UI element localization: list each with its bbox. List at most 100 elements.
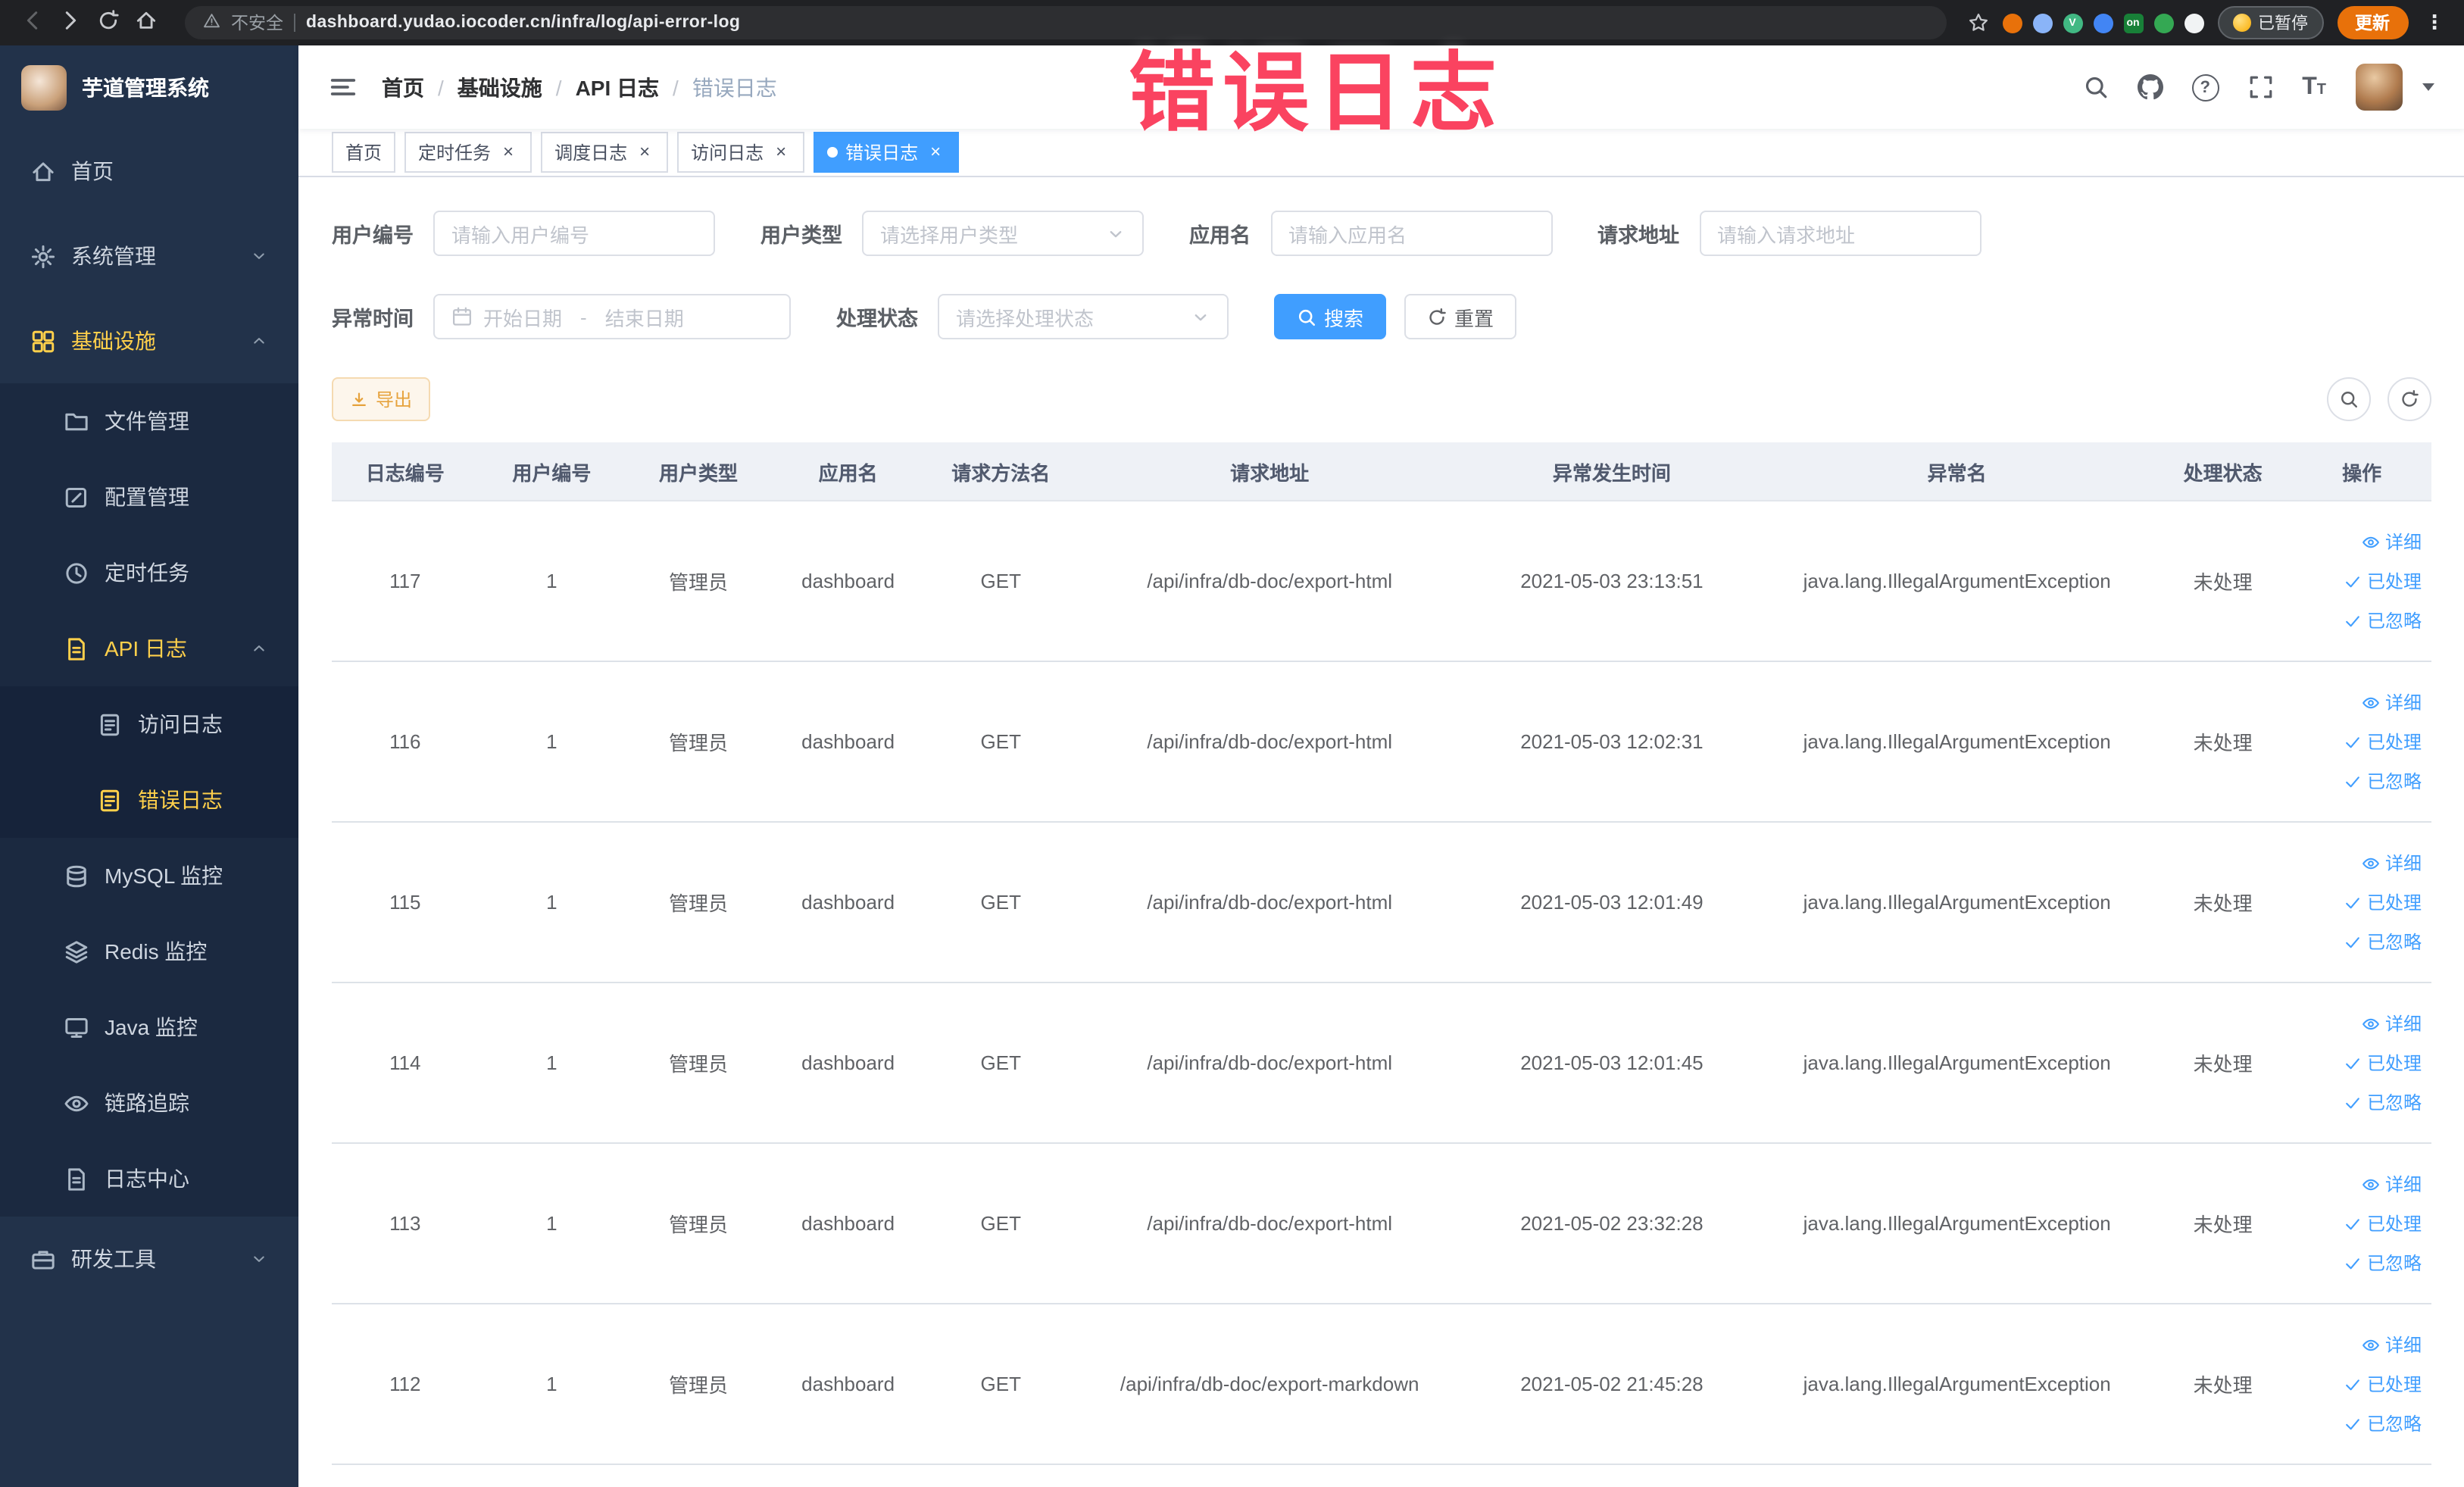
- extension-on-badge-icon[interactable]: on: [2123, 13, 2143, 33]
- help-icon[interactable]: ?: [2191, 73, 2219, 101]
- reset-button[interactable]: 重置: [1404, 294, 1517, 339]
- action-detail-link[interactable]: 详细: [2363, 684, 2422, 720]
- action-label: 已处理: [2366, 570, 2422, 592]
- logo-avatar: [21, 64, 67, 110]
- action-detail-link[interactable]: 详细: [2363, 1166, 2422, 1202]
- browser-back-icon[interactable]: [21, 10, 44, 36]
- user-type-select[interactable]: 请选择用户类型: [862, 211, 1144, 256]
- sidebar-item-api-log[interactable]: API 日志: [0, 611, 298, 686]
- github-icon[interactable]: [2137, 74, 2163, 100]
- chevron-down-icon[interactable]: [2422, 83, 2434, 91]
- sidebar-item-label: 链路追踪: [105, 1091, 189, 1115]
- extension-dark-paw-icon[interactable]: [2184, 13, 2203, 33]
- process-status-placeholder: 请选择处理状态: [956, 307, 1095, 330]
- breadcrumb-item[interactable]: 基础设施: [458, 72, 542, 102]
- tab-label: 定时任务: [418, 142, 492, 164]
- action-processed-link[interactable]: 已处理: [2344, 884, 2422, 920]
- sidebar-item-system-management[interactable]: 系统管理: [0, 214, 298, 298]
- cell-actions: 详细 已处理 已忽略: [2293, 1143, 2431, 1304]
- paused-badge[interactable]: 已暂停: [2217, 6, 2323, 39]
- extension-lightblue-icon[interactable]: [2032, 13, 2052, 33]
- sidebar-item-scheduled-jobs[interactable]: 定时任务: [0, 535, 298, 611]
- browser-menu-icon[interactable]: ⋮: [2422, 11, 2449, 35]
- process-status-select[interactable]: 请选择处理状态: [938, 294, 1229, 339]
- breadcrumb-item[interactable]: API 日志: [576, 72, 659, 102]
- search-icon[interactable]: [2082, 74, 2108, 100]
- chevron-down-icon: [250, 245, 268, 267]
- tab-scheduled-jobs[interactable]: 定时任务 ×: [404, 132, 532, 173]
- action-detail-link[interactable]: 详细: [2363, 523, 2422, 560]
- active-dot-icon: [827, 147, 839, 158]
- table-row: 112 1 管理员 dashboard GET/api/infra/db-doc/exp…: [332, 1304, 2431, 1465]
- screenshot-root: 不安全 dashboard.yudao.iocoder.cn/infra/log…: [0, 0, 2464, 1487]
- extension-vue-devtools-icon[interactable]: V: [2063, 13, 2082, 33]
- action-ignored-link[interactable]: 已忽略: [2344, 1405, 2422, 1442]
- sidebar-item-infrastructure[interactable]: 基础设施: [0, 298, 298, 383]
- extension-green-leaf-icon[interactable]: [2153, 13, 2173, 33]
- logo[interactable]: 芋道管理系统: [0, 45, 298, 129]
- tab-close-icon[interactable]: ×: [635, 142, 654, 162]
- extension-blue-grid-icon[interactable]: [2093, 13, 2113, 33]
- sidebar-item-redis-monitor[interactable]: Redis 监控: [0, 914, 298, 989]
- toggle-search-icon-button[interactable]: [2326, 377, 2370, 421]
- action-ignored-link[interactable]: 已忽略: [2344, 763, 2422, 799]
- action-detail-link[interactable]: 详细: [2363, 1326, 2422, 1363]
- action-ignored-link[interactable]: 已忽略: [2344, 1245, 2422, 1281]
- browser-forward-icon[interactable]: [59, 10, 82, 36]
- cell-exception: java.lang.IllegalArgumentException: [1761, 1304, 2153, 1465]
- extension-orange-icon[interactable]: [2002, 13, 2022, 33]
- sidebar-item-log-center[interactable]: 日志中心: [0, 1141, 298, 1217]
- tab-close-icon[interactable]: ×: [498, 142, 518, 162]
- action-processed-link[interactable]: 已处理: [2344, 1366, 2422, 1402]
- action-ignored-link[interactable]: 已忽略: [2344, 1084, 2422, 1120]
- breadcrumb-item[interactable]: 首页: [382, 72, 424, 102]
- fullscreen-icon[interactable]: [2247, 74, 2273, 100]
- action-processed-link[interactable]: 已处理: [2344, 1205, 2422, 1242]
- address-bar[interactable]: 不安全 dashboard.yudao.iocoder.cn/infra/log…: [185, 6, 1946, 39]
- url-text[interactable]: dashboard.yudao.iocoder.cn/infra/log/api…: [306, 14, 740, 32]
- action-ignored-link[interactable]: 已忽略: [2344, 923, 2422, 960]
- cell-url: /api/infra/db-doc/export-html: [1077, 982, 1463, 1144]
- filter-label-user-type: 用户类型: [760, 224, 842, 247]
- sidebar-item-java-monitor[interactable]: Java 监控: [0, 989, 298, 1065]
- sidebar-item-mysql-monitor[interactable]: MySQL 监控: [0, 838, 298, 914]
- sidebar-item-dev-tools[interactable]: 研发工具: [0, 1217, 298, 1301]
- avatar[interactable]: [2355, 64, 2402, 111]
- export-button[interactable]: 导出: [332, 377, 431, 421]
- check-icon: [2344, 932, 2363, 951]
- tab-home[interactable]: 首页: [332, 132, 396, 173]
- tab-close-icon[interactable]: ×: [926, 142, 945, 162]
- refresh-icon-button[interactable]: [2387, 377, 2431, 421]
- tab-access-log[interactable]: 访问日志 ×: [677, 132, 805, 173]
- action-detail-link[interactable]: 详细: [2363, 845, 2422, 881]
- search-button[interactable]: 搜索: [1274, 294, 1387, 339]
- sidebar-item-home[interactable]: 首页: [0, 129, 298, 214]
- sidebar-item-file-management[interactable]: 文件管理: [0, 383, 298, 459]
- tab-close-icon[interactable]: ×: [771, 142, 791, 162]
- sidebar-item-access-log[interactable]: 访问日志: [0, 686, 298, 762]
- action-detail-link[interactable]: 详细: [2363, 1005, 2422, 1042]
- sidebar-item-trace[interactable]: 链路追踪: [0, 1065, 298, 1141]
- column-header: 处理状态: [2152, 442, 2294, 501]
- cell-user-type: 管理员: [625, 661, 772, 823]
- tab-schedule-log[interactable]: 调度日志 ×: [541, 132, 669, 173]
- browser-home-icon[interactable]: [135, 10, 158, 36]
- bookmark-star-icon[interactable]: [1967, 12, 1988, 33]
- action-processed-link[interactable]: 已处理: [2344, 723, 2422, 760]
- user-id-input[interactable]: 请输入用户编号: [433, 211, 715, 256]
- tab-error-log[interactable]: 错误日志 ×: [814, 132, 960, 173]
- action-processed-link[interactable]: 已处理: [2344, 1045, 2422, 1081]
- hamburger-icon[interactable]: [329, 73, 358, 102]
- sidebar-item-error-log[interactable]: 错误日志: [0, 762, 298, 838]
- app-name-input[interactable]: 请输入应用名: [1270, 211, 1552, 256]
- browser-reload-icon[interactable]: [97, 10, 120, 36]
- font-size-icon[interactable]: TT: [2302, 74, 2326, 99]
- update-button[interactable]: 更新: [2337, 6, 2408, 39]
- action-ignored-link[interactable]: 已忽略: [2344, 602, 2422, 639]
- sidebar-item-config-management[interactable]: 配置管理: [0, 459, 298, 535]
- request-url-input[interactable]: 请输入请求地址: [1699, 211, 1981, 256]
- edit-icon: [64, 484, 89, 510]
- action-processed-link[interactable]: 已处理: [2344, 563, 2422, 599]
- cell-id: 117: [332, 501, 479, 662]
- exception-time-range-input[interactable]: 开始日期 - 结束日期: [433, 294, 791, 339]
